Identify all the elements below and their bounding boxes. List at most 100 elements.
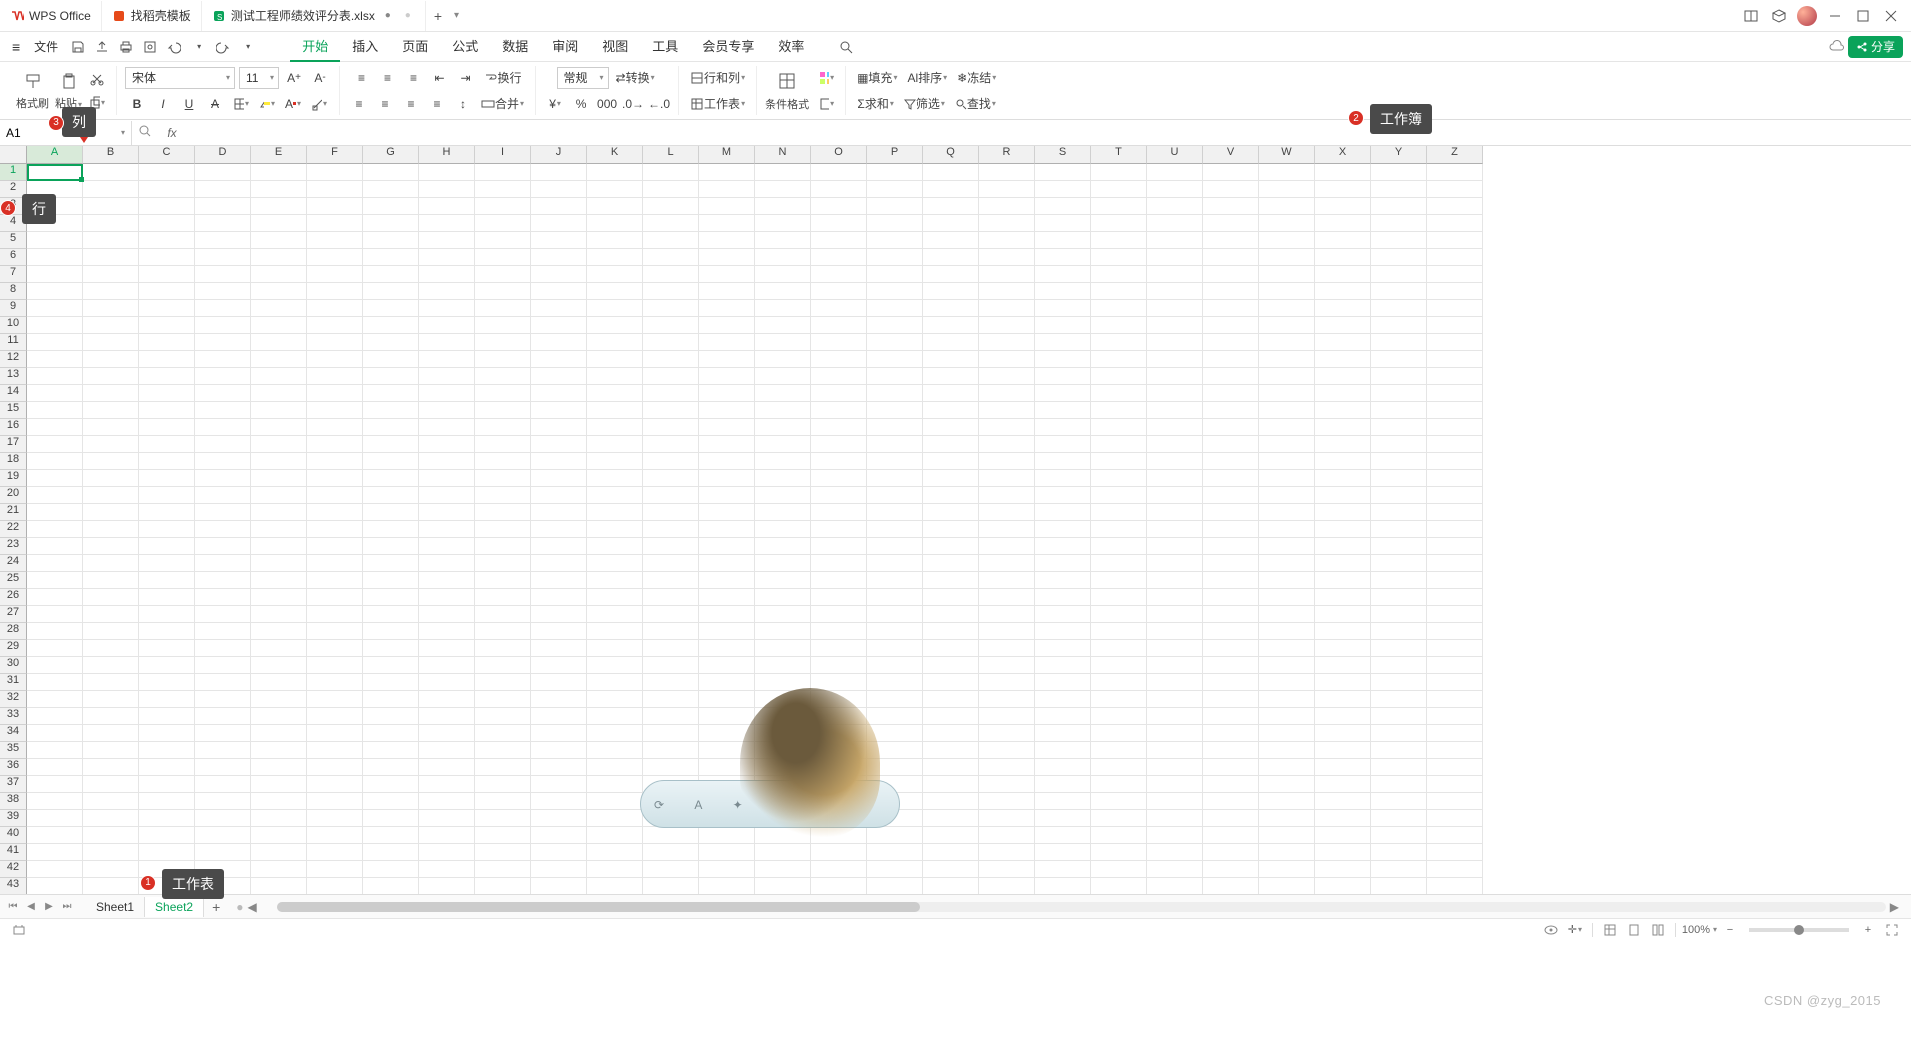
cell[interactable] bbox=[1259, 215, 1315, 232]
cell[interactable] bbox=[811, 572, 867, 589]
cell[interactable] bbox=[1203, 419, 1259, 436]
cell[interactable] bbox=[531, 249, 587, 266]
cell[interactable] bbox=[811, 878, 867, 894]
cell[interactable] bbox=[1427, 198, 1483, 215]
cell[interactable] bbox=[1091, 572, 1147, 589]
cell[interactable] bbox=[1427, 385, 1483, 402]
cell[interactable] bbox=[195, 742, 251, 759]
cell[interactable] bbox=[867, 368, 923, 385]
cell[interactable] bbox=[867, 487, 923, 504]
cell[interactable] bbox=[475, 742, 531, 759]
cell[interactable] bbox=[923, 419, 979, 436]
cell[interactable] bbox=[307, 742, 363, 759]
cell[interactable] bbox=[699, 623, 755, 640]
cell[interactable] bbox=[1371, 742, 1427, 759]
undo-icon[interactable] bbox=[162, 35, 186, 59]
cell[interactable] bbox=[1091, 742, 1147, 759]
cell[interactable] bbox=[251, 351, 307, 368]
cell[interactable] bbox=[1259, 436, 1315, 453]
cell[interactable] bbox=[83, 385, 139, 402]
cell[interactable] bbox=[1259, 674, 1315, 691]
cell[interactable] bbox=[867, 385, 923, 402]
cell[interactable] bbox=[251, 759, 307, 776]
cell[interactable] bbox=[1427, 810, 1483, 827]
cell[interactable] bbox=[755, 232, 811, 249]
cell[interactable] bbox=[419, 793, 475, 810]
cell[interactable] bbox=[1259, 538, 1315, 555]
hscroll-thumb[interactable] bbox=[277, 902, 921, 912]
row-header-21[interactable]: 21 bbox=[0, 504, 27, 521]
cell[interactable] bbox=[531, 708, 587, 725]
cell[interactable] bbox=[419, 368, 475, 385]
col-header-U[interactable]: U bbox=[1147, 146, 1203, 164]
sort-button[interactable]: Al 排序▾ bbox=[904, 67, 950, 89]
tab-formula[interactable]: 公式 bbox=[440, 32, 490, 62]
cell[interactable] bbox=[475, 283, 531, 300]
cell[interactable] bbox=[419, 878, 475, 894]
cell[interactable] bbox=[531, 606, 587, 623]
cell[interactable] bbox=[27, 742, 83, 759]
cell[interactable] bbox=[923, 181, 979, 198]
row-header-40[interactable]: 40 bbox=[0, 827, 27, 844]
cell[interactable] bbox=[27, 793, 83, 810]
cell[interactable] bbox=[923, 538, 979, 555]
cell[interactable] bbox=[307, 640, 363, 657]
cell[interactable] bbox=[251, 725, 307, 742]
cell[interactable] bbox=[83, 351, 139, 368]
cell[interactable] bbox=[1315, 300, 1371, 317]
view-normal-icon[interactable] bbox=[1599, 921, 1621, 939]
cell[interactable] bbox=[363, 487, 419, 504]
cell[interactable] bbox=[643, 657, 699, 674]
cell[interactable] bbox=[195, 657, 251, 674]
cell[interactable] bbox=[307, 793, 363, 810]
cell[interactable] bbox=[307, 878, 363, 894]
cell[interactable] bbox=[363, 436, 419, 453]
cell[interactable] bbox=[475, 759, 531, 776]
cell[interactable] bbox=[1091, 555, 1147, 572]
print-icon[interactable] bbox=[114, 35, 138, 59]
col-header-T[interactable]: T bbox=[1091, 146, 1147, 164]
cell[interactable] bbox=[867, 657, 923, 674]
cell[interactable] bbox=[419, 419, 475, 436]
cell[interactable] bbox=[251, 878, 307, 894]
cell[interactable] bbox=[475, 878, 531, 894]
cell[interactable] bbox=[419, 249, 475, 266]
cell[interactable] bbox=[1371, 215, 1427, 232]
col-header-G[interactable]: G bbox=[363, 146, 419, 164]
cell[interactable] bbox=[251, 198, 307, 215]
cell[interactable] bbox=[475, 436, 531, 453]
cell[interactable] bbox=[307, 164, 363, 181]
cell[interactable] bbox=[307, 521, 363, 538]
status-mode-icon[interactable] bbox=[8, 921, 30, 939]
cell[interactable] bbox=[363, 453, 419, 470]
cell[interactable] bbox=[1427, 691, 1483, 708]
tab-review[interactable]: 审阅 bbox=[540, 32, 590, 62]
cell[interactable] bbox=[1259, 810, 1315, 827]
cell[interactable] bbox=[923, 215, 979, 232]
tab-tools[interactable]: 工具 bbox=[640, 32, 690, 62]
cell[interactable] bbox=[475, 334, 531, 351]
cell[interactable] bbox=[83, 504, 139, 521]
cell[interactable] bbox=[1035, 657, 1091, 674]
cell[interactable] bbox=[1035, 844, 1091, 861]
cell[interactable] bbox=[251, 793, 307, 810]
indent-inc-icon[interactable]: ⇥ bbox=[455, 67, 477, 89]
cell[interactable] bbox=[1427, 164, 1483, 181]
cell[interactable] bbox=[27, 538, 83, 555]
row-header-27[interactable]: 27 bbox=[0, 606, 27, 623]
cell[interactable] bbox=[587, 436, 643, 453]
cell[interactable] bbox=[643, 538, 699, 555]
cell[interactable] bbox=[251, 368, 307, 385]
cell[interactable] bbox=[867, 402, 923, 419]
cell[interactable] bbox=[1371, 368, 1427, 385]
cell[interactable] bbox=[811, 164, 867, 181]
cell[interactable] bbox=[475, 521, 531, 538]
cell[interactable] bbox=[1203, 691, 1259, 708]
cell[interactable] bbox=[923, 606, 979, 623]
cell[interactable] bbox=[699, 402, 755, 419]
cube-icon[interactable] bbox=[1765, 2, 1793, 30]
cell[interactable] bbox=[643, 181, 699, 198]
cell[interactable] bbox=[363, 589, 419, 606]
cell[interactable] bbox=[587, 504, 643, 521]
cell[interactable] bbox=[1427, 249, 1483, 266]
